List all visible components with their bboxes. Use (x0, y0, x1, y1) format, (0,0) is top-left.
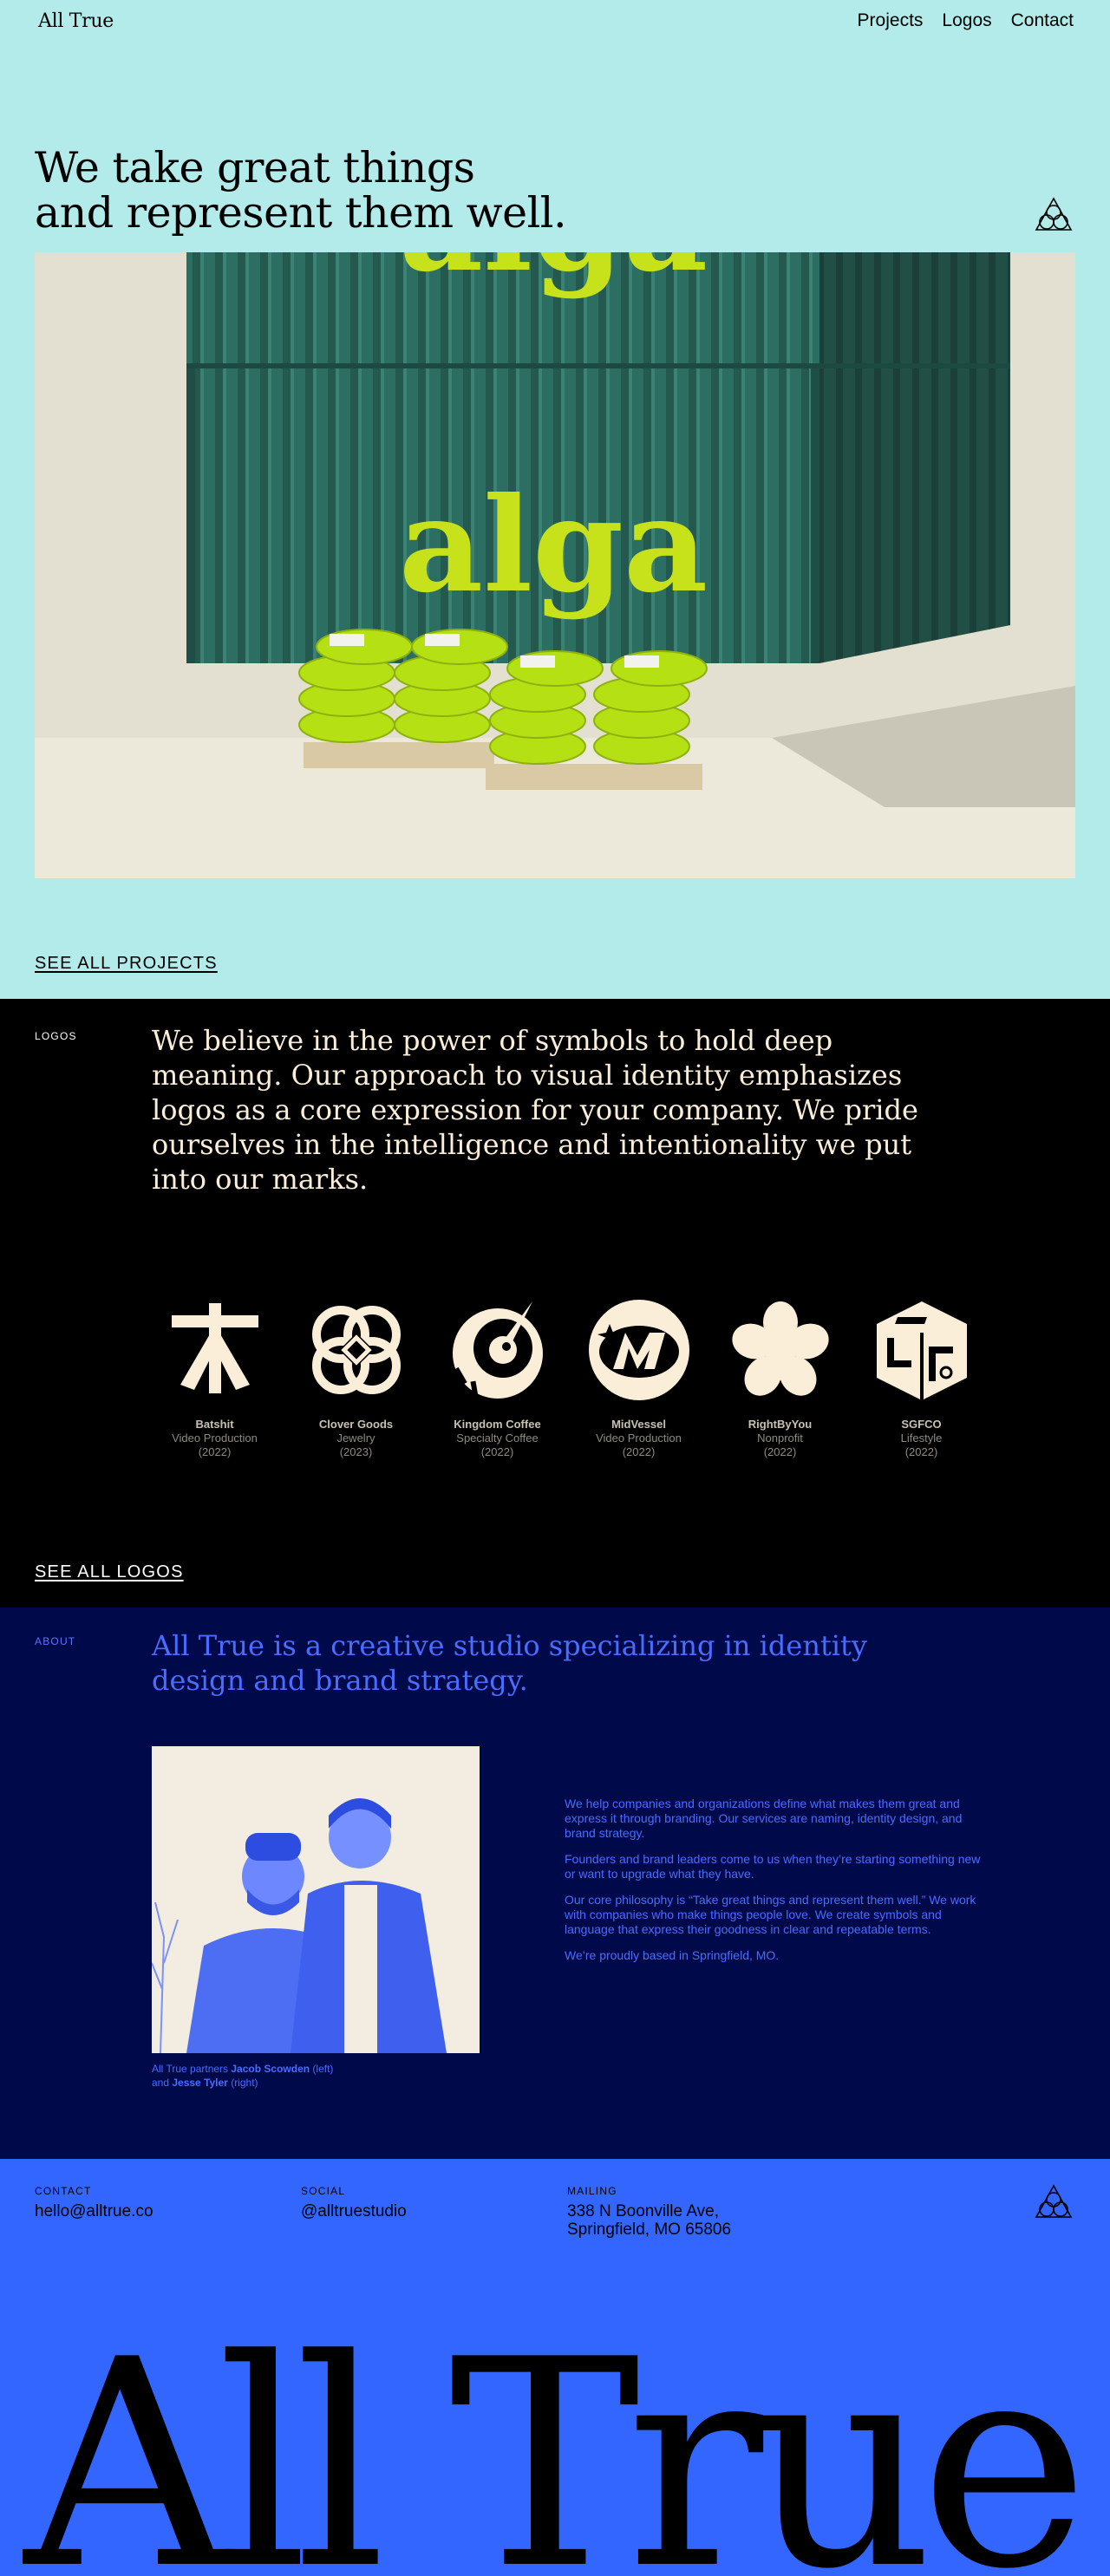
caption-prefix: All True partners (152, 2063, 232, 2075)
caption-right: (right) (227, 2077, 258, 2089)
rightbyyou-logo-icon (731, 1301, 829, 1396)
hero-headline-line2: and represent them well. (35, 188, 567, 238)
logo-year: (2022) (198, 1445, 232, 1458)
alltrue-emblem-icon (1035, 197, 1073, 231)
about-section-label: ABOUT (35, 1635, 76, 1647)
caption-name-jacob: Jacob Scowden (231, 2063, 310, 2075)
footer-section: CONTACT hello@alltrue.co SOCIAL @alltrue… (0, 2159, 1110, 2576)
hero-headline-line1: We take great things (35, 143, 475, 192)
hero-headline: We take great things and represent them … (35, 143, 567, 238)
nav-link-projects[interactable]: Projects (858, 10, 924, 31)
nav-links: Projects Logos Contact (858, 10, 1074, 31)
logo-category: Nonprofit (757, 1431, 803, 1445)
logos-section: LOGOS We believe in the power of symbols… (0, 999, 1110, 1608)
logo-year: (2022) (904, 1445, 938, 1458)
footer-email-link[interactable]: hello@alltrue.co (35, 2202, 153, 2221)
footer-social-label: SOCIAL (301, 2185, 346, 2197)
logo-card-kingdom-coffee[interactable]: Kingdom Coffee Specialty Coffee (2022) (427, 1298, 568, 1459)
photo-caption: All True partners Jacob Scowden (left) a… (152, 2062, 499, 2090)
logo-name: Batshit (195, 1418, 234, 1431)
see-all-projects-link[interactable]: SEE ALL PROJECTS (35, 954, 218, 974)
about-paragraph: We’re proudly based in Springfield, MO. (565, 1948, 780, 1962)
clover-goods-logo-icon (311, 1306, 401, 1394)
nav-link-logos[interactable]: Logos (942, 10, 991, 31)
container-scene-illustration: alga alga (35, 252, 1075, 878)
logo-category: Lifestyle (900, 1431, 943, 1445)
partners-photo-illustration (152, 1746, 480, 2053)
logo-name: Clover Goods (318, 1418, 394, 1431)
logo-year: (2022) (763, 1445, 797, 1458)
logo-name: Kingdom Coffee (454, 1418, 541, 1431)
logo-category: Specialty Coffee (456, 1431, 539, 1445)
brand-logo-link[interactable]: All True (38, 10, 114, 32)
nav-link-contact[interactable]: Contact (1011, 10, 1074, 31)
svg-text:alga: alga (399, 469, 708, 622)
logo-name: SGFCO (901, 1418, 942, 1431)
about-paragraph: Our core philosophy is “Take great thing… (565, 1893, 976, 1936)
logos-section-label: LOGOS (35, 1030, 77, 1042)
top-nav: All True Projects Logos Contact (0, 10, 1110, 45)
batshit-logo-icon (171, 1303, 258, 1393)
logo-category: Jewelry (336, 1431, 375, 1445)
kingdom-coffee-logo-icon (452, 1301, 543, 1399)
logo-card-sgfco[interactable]: SGFCO Lifestyle (2022) (851, 1298, 992, 1459)
footer-social-link[interactable]: @alltruestudio (301, 2202, 407, 2221)
footer-mailing: MAILING 338 N Boonville Ave, Springfield… (567, 2185, 731, 2239)
footer-social: SOCIAL @alltruestudio (301, 2185, 407, 2221)
about-paragraph: Founders and brand leaders come to us wh… (565, 1852, 981, 1881)
footer-wordmark: All True (24, 2299, 1089, 2576)
logo-name: RightByYou (748, 1418, 813, 1431)
logo-grid: Batshit Video Production (2022) Clover G… (144, 1298, 992, 1459)
logo-year: (2022) (480, 1445, 514, 1458)
about-body: We help companies and organizations defi… (565, 1797, 981, 1974)
see-all-logos-link[interactable]: SEE ALL LOGOS (35, 1562, 184, 1582)
logo-year: (2023) (339, 1445, 373, 1458)
footer-address-line1: 338 N Boonville Ave, (567, 2202, 719, 2221)
hero-section: All True Projects Logos Contact We take … (0, 0, 1110, 999)
midvessel-logo-icon (588, 1300, 689, 1400)
caption-left: (left) (310, 2063, 334, 2075)
about-paragraph: We help companies and organizations defi… (565, 1797, 963, 1840)
logo-category: Video Production (596, 1431, 682, 1445)
partners-photo (152, 1746, 480, 2053)
logo-category: Video Production (172, 1431, 258, 1445)
footer-address-line2: Springfield, MO 65806 (567, 2221, 732, 2239)
svg-text:alga: alga (399, 252, 708, 301)
alltrue-emblem-icon (1035, 2184, 1073, 2218)
footer-mailing-label: MAILING (567, 2185, 617, 2197)
logo-card-rightbyyou[interactable]: RightByYou Nonprofit (2022) (709, 1298, 851, 1459)
caption-name-jesse: Jesse Tyler (172, 2077, 228, 2089)
logo-name: MidVessel (611, 1418, 666, 1431)
logo-card-batshit[interactable]: Batshit Video Production (2022) (144, 1298, 285, 1459)
sgfco-logo-icon (876, 1301, 967, 1400)
about-intro-text: All True is a creative studio specializi… (152, 1629, 867, 1697)
about-section: ABOUT All True is a creative studio spec… (0, 1608, 1110, 2159)
hero-image-containers[interactable]: alga alga (35, 252, 1075, 878)
logo-card-clover-goods[interactable]: Clover Goods Jewelry (2023) (285, 1298, 427, 1459)
footer-contact: CONTACT hello@alltrue.co (35, 2185, 153, 2221)
logo-year: (2022) (622, 1445, 656, 1458)
caption-and: and (152, 2077, 173, 2089)
footer-contact-label: CONTACT (35, 2185, 92, 2197)
logo-card-midvessel[interactable]: MidVessel Video Production (2022) (568, 1298, 709, 1459)
logos-intro-text: We believe in the power of symbols to ho… (152, 1024, 918, 1196)
